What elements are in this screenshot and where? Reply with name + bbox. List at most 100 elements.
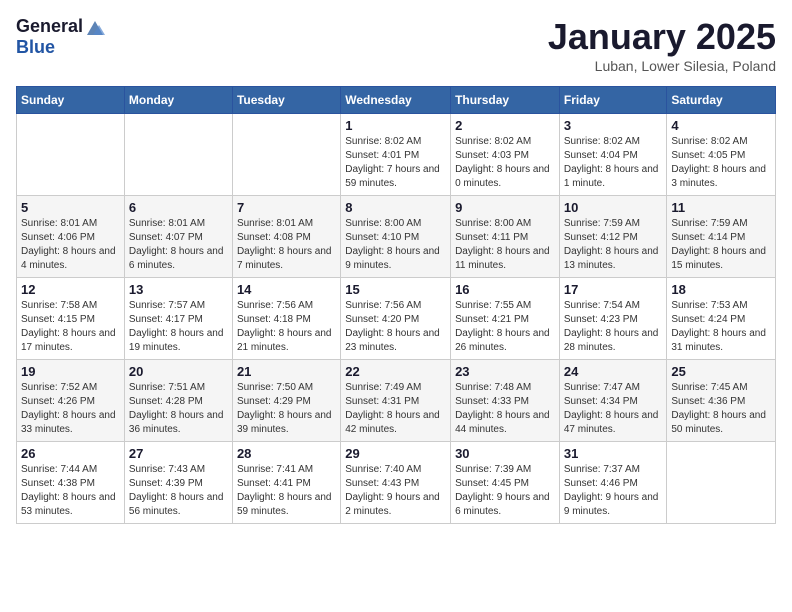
day-number: 26	[21, 446, 120, 461]
day-number: 2	[455, 118, 555, 133]
day-detail: Sunrise: 7:48 AM Sunset: 4:33 PM Dayligh…	[455, 381, 555, 437]
table-cell: 1Sunrise: 8:02 AM Sunset: 4:01 PM Daylig…	[341, 114, 451, 196]
day-detail: Sunrise: 7:54 AM Sunset: 4:23 PM Dayligh…	[564, 299, 663, 355]
day-detail: Sunrise: 8:01 AM Sunset: 4:06 PM Dayligh…	[21, 217, 120, 273]
table-cell: 9 Sunrise: 8:00 AM Sunset: 4:11 PM Daylig…	[451, 196, 560, 278]
day-detail: Sunrise: 7:49 AM Sunset: 4:31 PM Dayligh…	[345, 381, 446, 437]
month-title: January 2025	[548, 16, 776, 58]
table-cell: 4 Sunrise: 8:02 AM Sunset: 4:05 PM Daylig…	[667, 114, 776, 196]
table-cell: 6 Sunrise: 8:01 AM Sunset: 4:07 PM Daylig…	[124, 196, 232, 278]
day-number: 19	[21, 364, 120, 379]
table-cell: 5 Sunrise: 8:01 AM Sunset: 4:06 PM Daylig…	[17, 196, 125, 278]
day-number: 7	[237, 200, 336, 215]
day-number: 9	[455, 200, 555, 215]
table-cell	[124, 114, 232, 196]
day-detail: Sunrise: 7:52 AM Sunset: 4:26 PM Dayligh…	[21, 381, 120, 437]
header-monday: Monday	[124, 87, 232, 114]
table-cell: 10Sunrise: 7:59 AM Sunset: 4:12 PM Dayli…	[559, 196, 667, 278]
header-wednesday: Wednesday	[341, 87, 451, 114]
day-number: 18	[671, 282, 771, 297]
table-cell	[17, 114, 125, 196]
table-cell: 8 Sunrise: 8:00 AM Sunset: 4:10 PM Daylig…	[341, 196, 451, 278]
day-number: 24	[564, 364, 663, 379]
day-detail: Sunrise: 7:39 AM Sunset: 4:45 PM Dayligh…	[455, 463, 555, 519]
table-cell: 13Sunrise: 7:57 AM Sunset: 4:17 PM Dayli…	[124, 278, 232, 360]
table-cell: 15 Sunrise: 7:56 AM Sunset: 4:20 PM Dayli…	[341, 278, 451, 360]
table-cell: 21 Sunrise: 7:50 AM Sunset: 4:29 PM Dayli…	[232, 360, 340, 442]
day-number: 6	[129, 200, 228, 215]
day-number: 21	[237, 364, 336, 379]
day-number: 31	[564, 446, 663, 461]
day-detail: Sunrise: 7:45 AM Sunset: 4:36 PM Dayligh…	[671, 381, 771, 437]
day-number: 29	[345, 446, 446, 461]
day-detail: Sunrise: 7:59 AM Sunset: 4:14 PM Dayligh…	[671, 217, 771, 273]
table-cell: 7 Sunrise: 8:01 AM Sunset: 4:08 PM Daylig…	[232, 196, 340, 278]
table-cell: 29 Sunrise: 7:40 AM Sunset: 4:43 PM Dayli…	[341, 442, 451, 524]
header: General Blue January 2025 Luban, Lower S…	[16, 16, 776, 74]
logo-general: General	[16, 16, 83, 37]
day-number: 27	[129, 446, 228, 461]
day-detail: Sunrise: 8:01 AM Sunset: 4:07 PM Dayligh…	[129, 217, 228, 273]
day-number: 15	[345, 282, 446, 297]
day-detail: Sunrise: 7:58 AM Sunset: 4:15 PM Dayligh…	[21, 299, 120, 355]
header-thursday: Thursday	[451, 87, 560, 114]
day-number: 12	[21, 282, 120, 297]
table-cell: 30 Sunrise: 7:39 AM Sunset: 4:45 PM Dayli…	[451, 442, 560, 524]
day-detail: Sunrise: 7:50 AM Sunset: 4:29 PM Dayligh…	[237, 381, 336, 437]
table-cell: 23 Sunrise: 7:48 AM Sunset: 4:33 PM Dayli…	[451, 360, 560, 442]
day-number: 3	[564, 118, 663, 133]
table-cell: 18 Sunrise: 7:53 AM Sunset: 4:24 PM Dayli…	[667, 278, 776, 360]
table-cell: 19 Sunrise: 7:52 AM Sunset: 4:26 PM Dayli…	[17, 360, 125, 442]
day-number: 22	[345, 364, 446, 379]
table-cell	[667, 442, 776, 524]
day-detail: Sunrise: 7:53 AM Sunset: 4:24 PM Dayligh…	[671, 299, 771, 355]
header-saturday: Saturday	[667, 87, 776, 114]
day-detail: Sunrise: 7:51 AM Sunset: 4:28 PM Dayligh…	[129, 381, 228, 437]
day-detail: Sunrise: 8:02 AM Sunset: 4:05 PM Dayligh…	[671, 135, 771, 191]
table-cell: 22 Sunrise: 7:49 AM Sunset: 4:31 PM Dayli…	[341, 360, 451, 442]
day-number: 23	[455, 364, 555, 379]
logo: General Blue	[16, 16, 105, 58]
table-cell: 2 Sunrise: 8:02 AM Sunset: 4:03 PM Daylig…	[451, 114, 560, 196]
day-number: 11	[671, 200, 771, 215]
day-detail: Sunrise: 7:55 AM Sunset: 4:21 PM Dayligh…	[455, 299, 555, 355]
day-number: 17	[564, 282, 663, 297]
location-title: Luban, Lower Silesia, Poland	[548, 58, 776, 74]
day-detail: Sunrise: 8:02 AM Sunset: 4:03 PM Dayligh…	[455, 135, 555, 191]
day-detail: Sunrise: 7:40 AM Sunset: 4:43 PM Dayligh…	[345, 463, 446, 519]
header-friday: Friday	[559, 87, 667, 114]
logo-blue: Blue	[16, 37, 105, 58]
logo-icon	[85, 17, 105, 37]
day-number: 4	[671, 118, 771, 133]
day-detail: Sunrise: 7:47 AM Sunset: 4:34 PM Dayligh…	[564, 381, 663, 437]
day-detail: Sunrise: 8:02 AM Sunset: 4:04 PM Dayligh…	[564, 135, 663, 191]
day-number: 13	[129, 282, 228, 297]
table-cell: 16Sunrise: 7:55 AM Sunset: 4:21 PM Dayli…	[451, 278, 560, 360]
day-number: 14	[237, 282, 336, 297]
table-cell: 11 Sunrise: 7:59 AM Sunset: 4:14 PM Dayli…	[667, 196, 776, 278]
table-cell: 14 Sunrise: 7:56 AM Sunset: 4:18 PM Dayli…	[232, 278, 340, 360]
day-detail: Sunrise: 7:41 AM Sunset: 4:41 PM Dayligh…	[237, 463, 336, 519]
table-cell	[232, 114, 340, 196]
day-detail: Sunrise: 7:56 AM Sunset: 4:20 PM Dayligh…	[345, 299, 446, 355]
day-number: 30	[455, 446, 555, 461]
day-number: 25	[671, 364, 771, 379]
day-detail: Sunrise: 7:43 AM Sunset: 4:39 PM Dayligh…	[129, 463, 228, 519]
day-detail: Sunrise: 8:01 AM Sunset: 4:08 PM Dayligh…	[237, 217, 336, 273]
day-detail: Sunrise: 7:59 AM Sunset: 4:12 PM Dayligh…	[564, 217, 663, 273]
table-cell: 27 Sunrise: 7:43 AM Sunset: 4:39 PM Dayli…	[124, 442, 232, 524]
day-detail: Sunrise: 8:00 AM Sunset: 4:10 PM Dayligh…	[345, 217, 446, 273]
day-number: 20	[129, 364, 228, 379]
table-cell: 12 Sunrise: 7:58 AM Sunset: 4:15 PM Dayli…	[17, 278, 125, 360]
header-sunday: Sunday	[17, 87, 125, 114]
table-cell: 25 Sunrise: 7:45 AM Sunset: 4:36 PM Dayli…	[667, 360, 776, 442]
table-cell: 28Sunrise: 7:41 AM Sunset: 4:41 PM Dayli…	[232, 442, 340, 524]
calendar: Sunday Monday Tuesday Wednesday Thursday…	[16, 86, 776, 524]
day-detail: Sunrise: 7:44 AM Sunset: 4:38 PM Dayligh…	[21, 463, 120, 519]
day-number: 5	[21, 200, 120, 215]
day-detail: Sunrise: 8:00 AM Sunset: 4:11 PM Dayligh…	[455, 217, 555, 273]
day-number: 8	[345, 200, 446, 215]
day-detail: Sunrise: 7:37 AM Sunset: 4:46 PM Dayligh…	[564, 463, 663, 519]
table-cell: 17 Sunrise: 7:54 AM Sunset: 4:23 PM Dayli…	[559, 278, 667, 360]
day-detail: Sunrise: 7:56 AM Sunset: 4:18 PM Dayligh…	[237, 299, 336, 355]
